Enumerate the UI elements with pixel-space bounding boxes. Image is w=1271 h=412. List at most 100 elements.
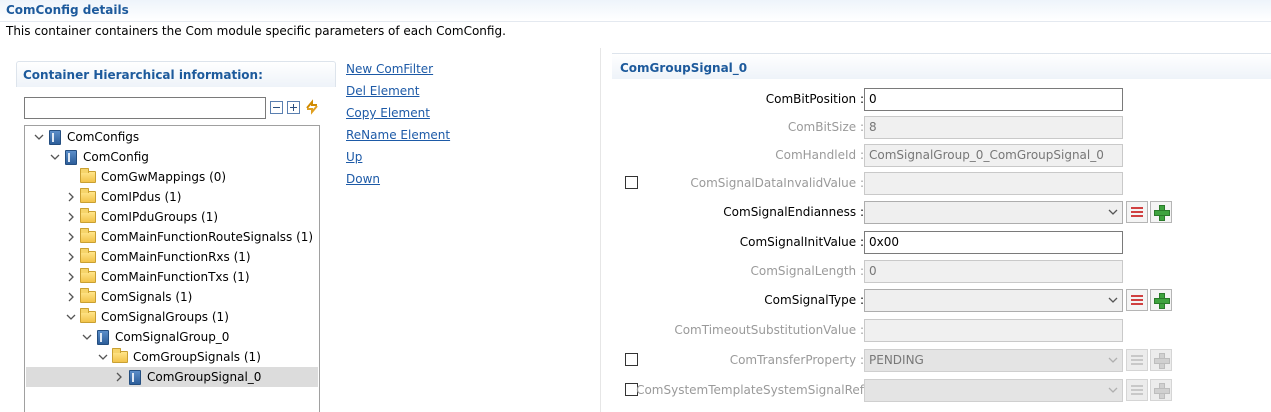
container-icon (97, 329, 109, 345)
tree-node[interactable]: ComMainFunctionTxs (1) (63, 267, 250, 287)
tree-node[interactable]: ComConfig (47, 147, 149, 167)
folder-icon (80, 248, 96, 263)
add-icon[interactable] (1150, 201, 1172, 223)
com-bit-size-label: ComBitSize : (787, 120, 864, 134)
sync-icon[interactable] (304, 99, 320, 115)
hierarchy-header: Container Hierarchical information: (16, 61, 336, 87)
tree-node-label: ComConfig (83, 150, 149, 164)
field-row-com-signal-data-invalid-value: ComSignalDataInvalidValue : (612, 172, 1271, 196)
chevron-down-icon[interactable] (47, 147, 63, 167)
com-signal-endianness-select[interactable] (864, 201, 1123, 224)
chevron-right-icon[interactable] (63, 247, 79, 267)
folder-icon (80, 188, 96, 203)
folder-icon (80, 308, 96, 323)
tree-filter-input[interactable] (24, 97, 266, 119)
field-row-com-signal-type: ComSignalType : (612, 289, 1271, 313)
action-link-down[interactable]: Down (346, 172, 380, 186)
tree-node-label: ComIPduGroups (1) (101, 210, 219, 224)
tree-node[interactable]: ComIPduGroups (1) (63, 207, 218, 227)
tree-node[interactable]: ComGwMappings (0) (63, 167, 226, 187)
chevron-down-icon[interactable] (79, 327, 95, 347)
chevron-down-icon[interactable] (31, 127, 47, 147)
com-bit-size-input: 8 (864, 116, 1123, 139)
tree-node-label: ComConfigs (67, 130, 140, 144)
field-row-com-signal-length: ComSignalLength : 0 (612, 260, 1271, 284)
tree-node[interactable]: ComMainFunctionRouteSignalss (1) (63, 227, 313, 247)
hierarchy-tree[interactable]: ComConfigs ComConfig ComGwMappings (0) ComI… (24, 125, 320, 412)
tree-node-label: ComGwMappings (0) (101, 170, 227, 184)
tree-node[interactable]: ComMainFunctionRxs (1) (63, 247, 251, 267)
tree-node[interactable]: ComSignals (1) (63, 287, 192, 307)
chevron-right-icon[interactable] (63, 207, 79, 227)
com-bit-size-value: 8 (869, 120, 877, 134)
com-signal-init-value-input[interactable]: 0x00 (864, 231, 1123, 254)
chevron-right-icon[interactable] (63, 227, 79, 247)
list-icon[interactable] (1126, 201, 1148, 223)
tree-node[interactable]: ComIPdus (1) (63, 187, 181, 207)
com-bit-position-value: 0 (869, 92, 877, 106)
com-signal-length-value: 0 (869, 264, 877, 278)
com-bit-position-input[interactable]: 0 (864, 88, 1123, 111)
com-handle-id-input: ComSignalGroup_0_ComGroupSignal_0 (864, 144, 1123, 167)
tree-node-label: ComSignalGroup_0 (115, 330, 230, 344)
folder-icon (80, 168, 96, 183)
tree-node-label: ComIPdus (1) (101, 190, 182, 204)
container-icon (129, 369, 141, 385)
chevron-right-icon[interactable] (63, 187, 79, 207)
com-transfer-property-label: ComTransferProperty : (729, 353, 864, 367)
add-icon[interactable] (1150, 289, 1172, 311)
com-signal-init-value-label: ComSignalInitValue : (739, 235, 864, 249)
chevron-down-icon (1108, 354, 1118, 366)
properties-title: ComGroupSignal_0 (620, 61, 748, 75)
tree-node-label: ComSignals (1) (101, 290, 193, 304)
com-system-template-system-signal-ref-label: ComSystemTemplateSystemSignalRef (636, 383, 864, 397)
add-icon (1150, 349, 1172, 371)
hierarchy-title: Container Hierarchical information: (23, 68, 263, 82)
com-signal-data-invalid-value-input (864, 172, 1123, 195)
tree-node[interactable]: ComGroupSignal_0 (26, 367, 318, 387)
action-link-rename-element[interactable]: ReName Element (346, 128, 450, 142)
action-link-del-element[interactable]: Del Element (346, 84, 419, 98)
tree-node[interactable]: ComSignalGroups (1) (63, 307, 229, 327)
folder-icon (80, 288, 96, 303)
action-link-copy-element[interactable]: Copy Element (346, 106, 430, 120)
chevron-down-icon[interactable] (95, 347, 111, 367)
com-signal-type-label: ComSignalType : (764, 293, 864, 307)
tree-node[interactable]: ComConfigs (31, 127, 139, 147)
com-signal-data-invalid-value-checkbox[interactable] (625, 176, 638, 189)
com-system-template-system-signal-ref-select (864, 379, 1123, 402)
field-row-com-bit-size: ComBitSize : 8 (612, 116, 1271, 140)
chevron-right-icon[interactable] (63, 287, 79, 307)
action-link-new-comfilter[interactable]: New ComFilter (346, 62, 433, 76)
panel-divider (600, 48, 601, 412)
action-link-up[interactable]: Up (346, 150, 362, 164)
collapse-all-icon[interactable] (270, 101, 283, 114)
com-timeout-substitution-value-label: ComTimeoutSubstitutionValue : (674, 323, 864, 337)
chevron-down-icon (1108, 294, 1118, 306)
chevron-right-icon[interactable] (63, 267, 79, 287)
com-signal-type-select[interactable] (864, 289, 1123, 312)
properties-header: ComGroupSignal_0 (612, 53, 1271, 79)
com-signal-data-invalid-value-label: ComSignalDataInvalidValue : (690, 176, 864, 190)
chevron-down-icon (1108, 206, 1118, 218)
field-row-com-transfer-property: ComTransferProperty : PENDING (612, 349, 1271, 373)
tree-node-label: ComGroupSignal_0 (147, 370, 262, 384)
chevron-right-icon[interactable] (111, 367, 127, 387)
tree-node-label: ComMainFunctionTxs (1) (101, 270, 250, 284)
folder-icon (112, 348, 128, 363)
field-row-com-timeout-substitution-value: ComTimeoutSubstitutionValue : (612, 319, 1271, 343)
tree-node[interactable]: ComSignalGroup_0 (79, 327, 229, 347)
com-timeout-substitution-value-input (864, 319, 1123, 342)
tree-node[interactable]: ComGroupSignals (1) (95, 347, 261, 367)
tree-node-label: ComMainFunctionRouteSignalss (1) (101, 230, 314, 244)
field-row-com-signal-init-value: ComSignalInitValue : 0x00 (612, 231, 1271, 255)
expand-all-icon[interactable] (287, 101, 300, 114)
chevron-down-icon[interactable] (63, 307, 79, 327)
com-transfer-property-checkbox[interactable] (625, 353, 638, 366)
tree-node-label: ComSignalGroups (1) (101, 310, 229, 324)
details-title: ComConfig details (6, 3, 129, 17)
field-row-com-signal-endianness: ComSignalEndianness : (612, 201, 1271, 225)
list-icon[interactable] (1126, 289, 1148, 311)
com-transfer-property-value: PENDING (869, 353, 924, 367)
